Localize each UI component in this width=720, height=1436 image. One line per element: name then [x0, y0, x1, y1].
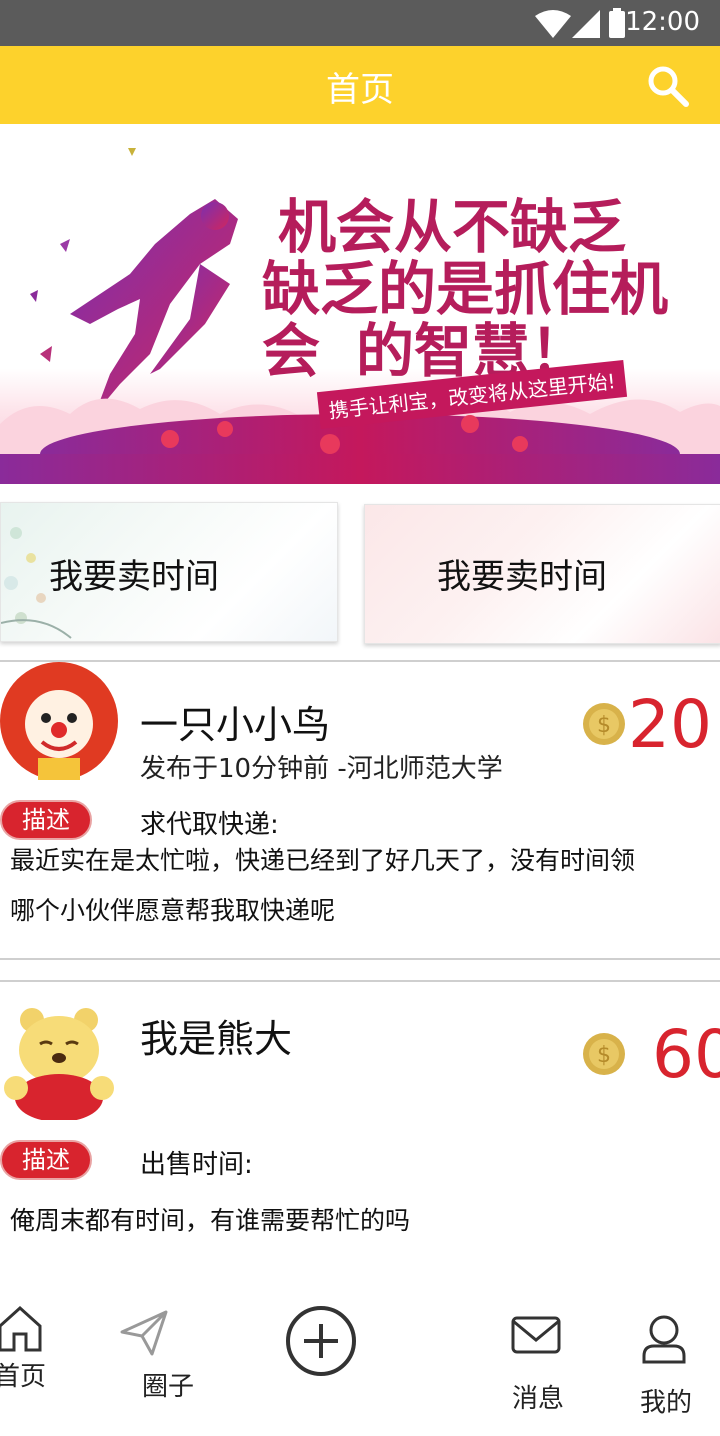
coin-icon: $ [583, 703, 625, 745]
banner-headline-1: 机会从不缺乏 [278, 193, 627, 261]
search-button[interactable] [646, 64, 690, 108]
signal-icon [572, 10, 600, 38]
nav-label: 首页 [0, 1362, 47, 1392]
add-circle-icon [286, 1306, 356, 1376]
post-subtitle: 出售时间: [140, 1150, 253, 1180]
sell-time-card-1[interactable]: 我要卖时间 [0, 502, 338, 642]
search-icon [648, 66, 689, 107]
reward-amount: 20 [628, 686, 712, 763]
post-item[interactable]: 一只小小鸟 发布于10分钟前 -河北师范大学 $ 20 描述 求代取快递: 最近… [0, 662, 720, 958]
nav-label: 消息 [512, 1384, 565, 1414]
svg-text:$: $ [597, 1043, 611, 1068]
post-meta: 发布于10分钟前 -河北师范大学 [140, 754, 503, 784]
nav-label: 圈子 [142, 1372, 195, 1402]
post-item[interactable]: 我是熊大 $ 60 描述 出售时间: 俺周末都有时间，有谁需要帮忙的吗 [0, 982, 720, 1272]
post-author: 一只小小鸟 [140, 703, 331, 747]
clown-avatar [0, 662, 118, 780]
card-label: 我要卖时间 [437, 557, 607, 597]
svg-text:$: $ [597, 713, 611, 738]
home-icon [0, 1305, 42, 1352]
app-header: 首页 [0, 46, 720, 124]
user-icon [642, 1315, 686, 1364]
promo-banner[interactable]: 机会从不缺乏 缺乏的是抓住机会 的智慧！ 携手让利宝，改变将从这里开始! [0, 124, 720, 484]
post-author: 我是熊大 [140, 1017, 293, 1061]
nav-home[interactable]: 首页 [0, 1290, 90, 1400]
nav-profile[interactable]: 我的 [620, 1290, 720, 1430]
sell-time-card-2[interactable]: 我要卖时间 [364, 504, 720, 644]
coin-icon: $ [583, 1033, 625, 1075]
nav-circle[interactable]: 圈子 [110, 1290, 220, 1402]
wifi-icon [535, 10, 571, 38]
paper-plane-icon [120, 1310, 168, 1356]
section-divider [0, 958, 720, 960]
publish-button[interactable] [284, 1304, 358, 1378]
description-tag: 描述 [0, 1140, 92, 1180]
bottom-navigation: 首页 圈子 消息 我的 [0, 1290, 720, 1436]
bear-avatar [4, 1008, 114, 1120]
post-body-line: 俺周末都有时间，有谁需要帮忙的吗 [10, 1206, 411, 1235]
description-tag: 描述 [0, 800, 92, 840]
reward-amount: 60 [652, 1016, 720, 1093]
post-body-line: 哪个小伙伴愿意帮我取快递呢 [10, 896, 336, 925]
card-label: 我要卖时间 [49, 557, 219, 597]
page-title: 首页 [326, 70, 394, 110]
nav-messages[interactable]: 消息 [490, 1290, 590, 1420]
nav-label: 我的 [640, 1388, 693, 1418]
status-time: 12:00 [625, 7, 700, 37]
post-body-line: 最近实在是太忙啦，快递已经到了好几天了，没有时间领 [10, 846, 636, 875]
mail-icon [511, 1316, 561, 1354]
status-bar: 12:00 [0, 0, 720, 46]
battery-icon [609, 8, 625, 38]
